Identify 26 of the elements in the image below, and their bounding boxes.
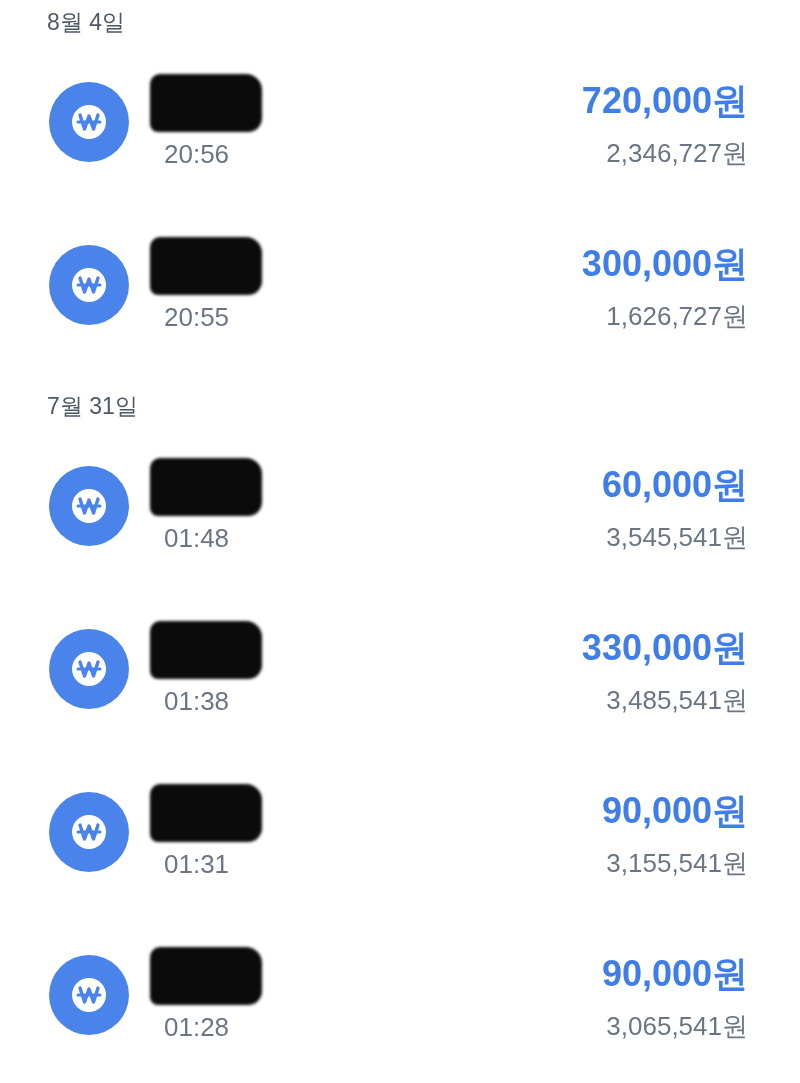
date-header: 7월 31일 — [47, 392, 138, 421]
balance-text: 3,065,541원 — [606, 1010, 748, 1042]
amount-text: 720,000원 — [581, 81, 748, 121]
won-coin-icon — [49, 465, 129, 546]
won-coin-icon — [49, 81, 129, 162]
balance-text: 1,626,727원 — [606, 300, 748, 332]
won-coin-icon — [49, 628, 129, 709]
time-text: 01:38 — [164, 684, 231, 717]
time-text: 01:31 — [164, 847, 231, 880]
balance-text: 3,155,541원 — [606, 847, 748, 879]
time-text: 20:56 — [164, 137, 231, 170]
amount-text: 90,000원 — [601, 791, 748, 831]
date-header: 8월 4일 — [47, 8, 125, 37]
time-text: 20:55 — [164, 300, 231, 333]
amount-text: 90,000원 — [601, 954, 748, 994]
won-coin-icon — [49, 954, 129, 1035]
balance-text: 3,545,541원 — [606, 521, 748, 553]
balance-text: 2,346,727원 — [606, 137, 748, 169]
time-text: 01:28 — [164, 1010, 231, 1043]
amount-text: 300,000원 — [581, 244, 748, 284]
amount-text: 60,000원 — [601, 465, 748, 505]
won-coin-icon — [49, 791, 129, 872]
time-text: 01:48 — [164, 521, 231, 554]
won-coin-icon — [49, 244, 129, 325]
amount-text: 330,000원 — [581, 628, 748, 668]
balance-text: 3,485,541원 — [606, 684, 748, 716]
